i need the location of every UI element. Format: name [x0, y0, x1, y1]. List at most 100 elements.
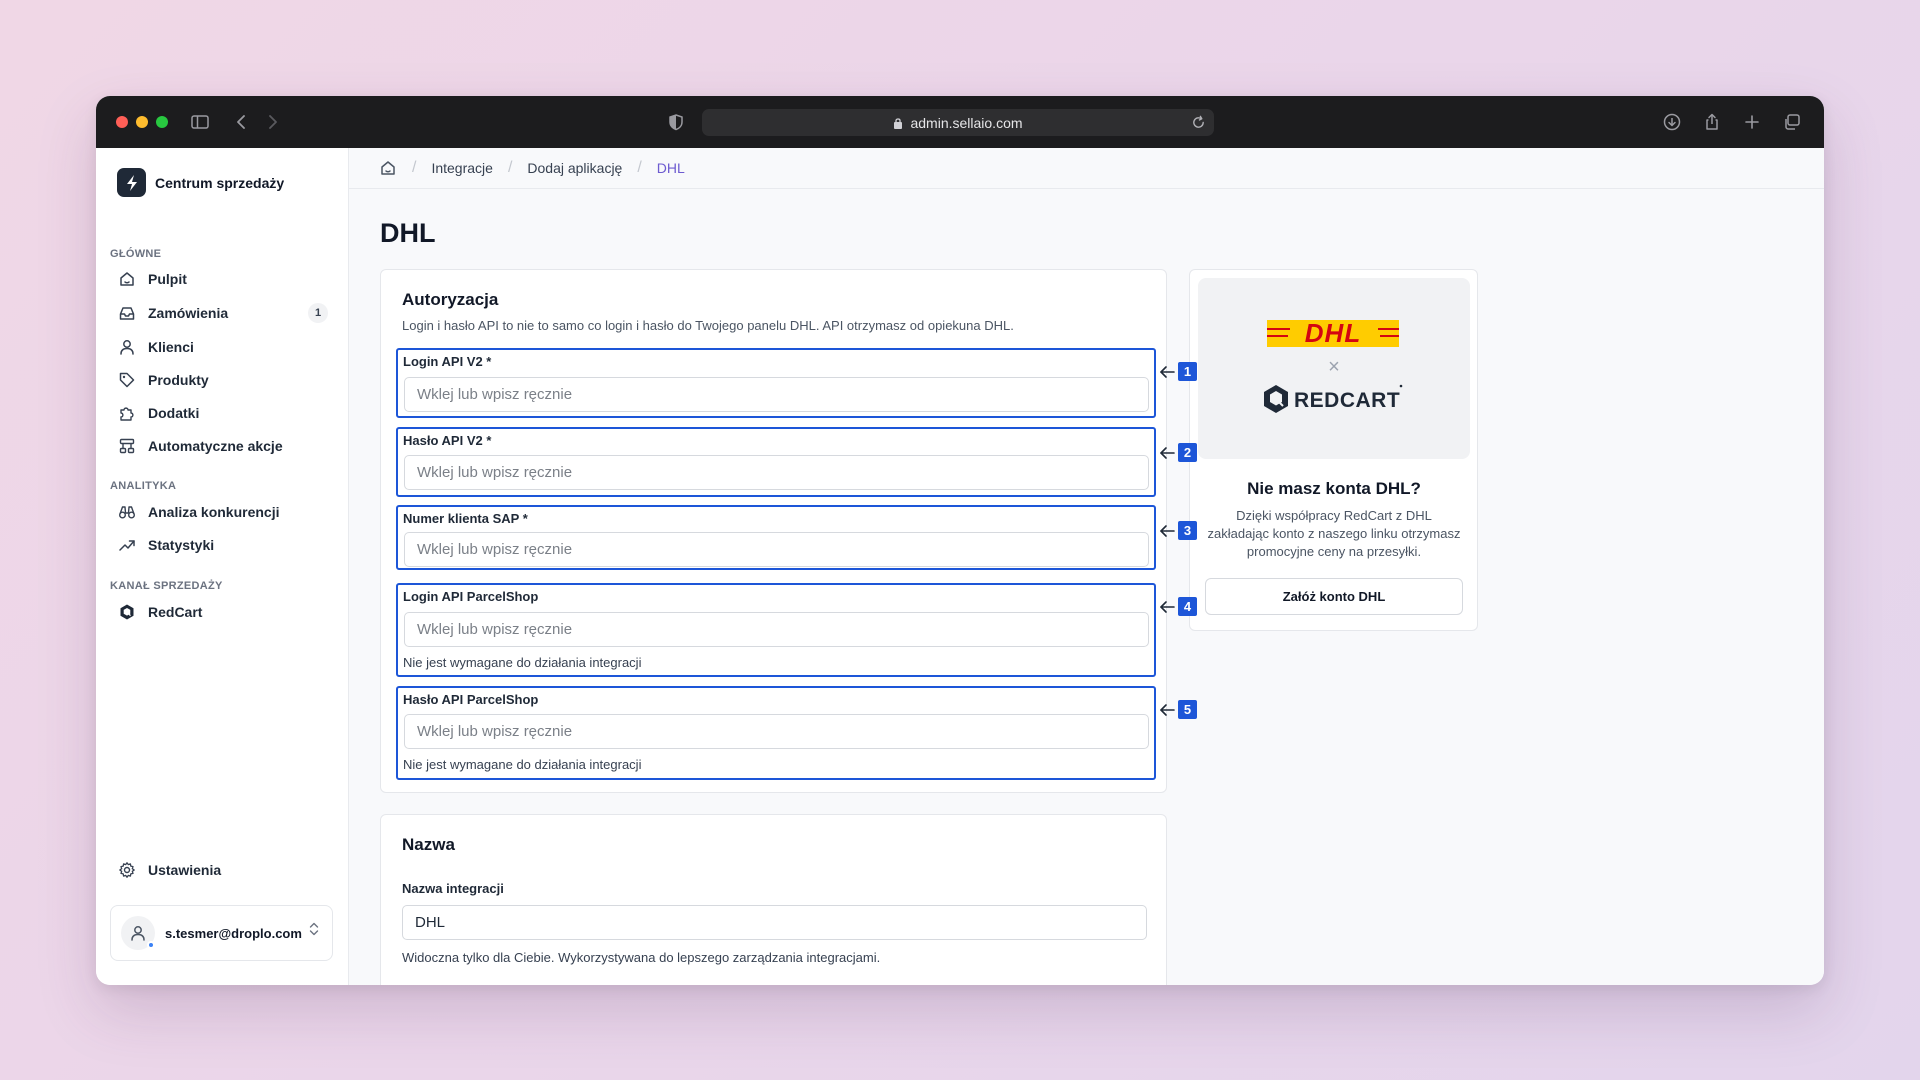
- back-arrow-icon[interactable]: [232, 112, 252, 132]
- user-email: s.tesmer@droplo.com: [165, 925, 302, 941]
- tab-overview-icon[interactable]: [1782, 112, 1802, 132]
- sidebar-item-label: RedCart: [148, 604, 203, 620]
- arrow-left-icon: [1160, 703, 1175, 716]
- url-text: admin.sellaio.com: [910, 114, 1023, 131]
- workflow-icon: [119, 438, 135, 454]
- dhl-redcart-logo: DHL × REDCART: [1264, 318, 1403, 413]
- section-label-main: GŁÓWNE: [110, 248, 162, 260]
- sidebar-item-label: Automatyczne akcje: [148, 438, 283, 454]
- sidebar-item-klienci[interactable]: Klienci: [118, 335, 328, 359]
- trending-up-icon: [119, 540, 135, 551]
- marker-number: 2: [1178, 443, 1197, 462]
- main-content: / Integracje / Dodaj aplikację / DHL DHL…: [349, 148, 1824, 985]
- sidebar-item-label: Dodatki: [148, 405, 200, 421]
- arrow-left-icon: [1160, 446, 1175, 459]
- field-label: Login API ParcelShop: [403, 589, 539, 604]
- haslo-api-v2-input[interactable]: [404, 455, 1149, 490]
- integration-name-hint: Widoczna tylko dla Ciebie. Wykorzystywan…: [402, 950, 881, 965]
- breadcrumb-separator: /: [412, 159, 417, 176]
- browser-window: admin.sellaio.com Centrum sprzedaży GŁÓW…: [96, 96, 1824, 985]
- sidebar-item-label: Pulpit: [148, 271, 187, 287]
- maximize-window-button[interactable]: [156, 116, 168, 128]
- reload-icon[interactable]: [1191, 115, 1206, 130]
- promo-title: Nie masz konta DHL?: [1247, 479, 1421, 498]
- download-icon[interactable]: [1662, 112, 1682, 132]
- annotation-marker-5: 5: [1159, 700, 1197, 719]
- field-label: Hasło API ParcelShop: [403, 692, 539, 707]
- promo-logo-area: DHL × REDCART: [1198, 278, 1470, 459]
- user-menu[interactable]: s.tesmer@droplo.com: [110, 905, 333, 961]
- user-avatar-icon: [131, 926, 145, 941]
- login-api-parcelshop-input[interactable]: [404, 612, 1149, 647]
- field-numer-klienta-sap: Numer klienta SAP *: [396, 505, 1156, 570]
- sidebar-item-ustawienia[interactable]: Ustawienia: [118, 858, 328, 882]
- new-tab-icon[interactable]: [1742, 112, 1762, 132]
- numer-klienta-sap-input[interactable]: [404, 532, 1149, 567]
- marker-number: 4: [1178, 597, 1197, 616]
- user-icon: [120, 340, 134, 355]
- integration-name-input[interactable]: [402, 905, 1147, 940]
- address-bar[interactable]: admin.sellaio.com: [702, 109, 1214, 136]
- privacy-shield-icon[interactable]: [666, 112, 686, 132]
- sidebar-item-zamowienia[interactable]: Zamówienia 1: [118, 301, 328, 325]
- auth-card-title: Autoryzacja: [402, 290, 499, 309]
- annotation-marker-1: 1: [1159, 362, 1197, 381]
- login-api-v2-input[interactable]: [404, 377, 1149, 412]
- breadcrumb-integracje[interactable]: Integracje: [431, 160, 492, 176]
- share-icon[interactable]: [1702, 112, 1722, 132]
- sidebar-toggle-icon[interactable]: [190, 112, 210, 132]
- sidebar-item-pulpit[interactable]: Pulpit: [118, 267, 328, 291]
- sidebar-item-label: Zamówienia: [148, 305, 229, 321]
- avatar: [121, 916, 155, 950]
- redcart-icon: [120, 604, 134, 620]
- sidebar-item-label: Analiza konkurencji: [148, 504, 280, 520]
- sidebar-item-redcart[interactable]: RedCart: [118, 600, 328, 624]
- promo-card: DHL × REDCART Nie masz konta DHL? Dzięki…: [1189, 269, 1478, 631]
- field-haslo-api-v2: Hasło API V2 *: [396, 427, 1156, 497]
- sidebar-item-produkty[interactable]: Produkty: [118, 368, 328, 392]
- home-icon[interactable]: [379, 159, 397, 177]
- minimize-window-button[interactable]: [136, 116, 148, 128]
- sidebar-item-analiza-konkurencji[interactable]: Analiza konkurencji: [118, 500, 328, 524]
- sidebar-item-automatyczne-akcje[interactable]: Automatyczne akcje: [118, 434, 328, 458]
- field-hint: Nie jest wymagane do działania integracj…: [403, 655, 642, 670]
- home-icon: [120, 272, 134, 286]
- breadcrumb: / Integracje / Dodaj aplikację / DHL: [349, 148, 1824, 189]
- breadcrumb-separator: /: [637, 159, 642, 176]
- annotation-marker-2: 2: [1159, 443, 1197, 462]
- field-login-api-v2: Login API V2 *: [396, 348, 1156, 418]
- create-dhl-account-button[interactable]: Załóż konto DHL: [1205, 578, 1463, 615]
- brand-logo-icon: [117, 168, 146, 197]
- name-card: Nazwa Nazwa integracji Widoczna tylko dl…: [380, 814, 1167, 985]
- online-status-dot: [147, 941, 155, 949]
- field-label: Login API V2 *: [403, 354, 492, 369]
- forward-arrow-icon[interactable]: [262, 112, 282, 132]
- sidebar-item-statystyki[interactable]: Statystyki: [118, 533, 328, 557]
- sidebar-item-label: Produkty: [148, 372, 209, 388]
- sidebar-item-dodatki[interactable]: Dodatki: [118, 401, 328, 425]
- field-login-api-parcelshop: Login API ParcelShop Nie jest wymagane d…: [396, 583, 1156, 677]
- integration-name-label: Nazwa integracji: [402, 881, 504, 896]
- marker-number: 3: [1178, 521, 1197, 540]
- window-controls: [116, 116, 168, 128]
- gear-icon: [119, 862, 135, 878]
- breadcrumb-separator: /: [507, 159, 513, 176]
- annotation-marker-4: 4: [1159, 597, 1197, 616]
- section-label-sales-channel: KANAŁ SPRZEDAŻY: [110, 580, 223, 592]
- orders-count-badge: 1: [308, 303, 328, 323]
- sidebar-item-label: Ustawienia: [148, 862, 222, 878]
- sidebar-item-label: Statystyki: [148, 537, 215, 553]
- field-hint: Nie jest wymagane do działania integracj…: [403, 757, 642, 772]
- puzzle-icon: [120, 407, 134, 421]
- binoculars-icon: [119, 506, 135, 519]
- name-card-title: Nazwa: [402, 835, 455, 854]
- tag-icon: [119, 372, 135, 388]
- lock-icon: [894, 117, 903, 129]
- haslo-api-parcelshop-input[interactable]: [404, 714, 1149, 749]
- close-window-button[interactable]: [116, 116, 128, 128]
- field-haslo-api-parcelshop: Hasło API ParcelShop Nie jest wymagane d…: [396, 686, 1156, 780]
- field-label: Numer klienta SAP *: [403, 511, 528, 526]
- brand[interactable]: Centrum sprzedaży: [117, 168, 284, 197]
- sidebar: Centrum sprzedaży GŁÓWNE Pulpit Zamówien…: [96, 148, 349, 985]
- breadcrumb-dodaj-aplikacje[interactable]: Dodaj aplikację: [527, 160, 622, 176]
